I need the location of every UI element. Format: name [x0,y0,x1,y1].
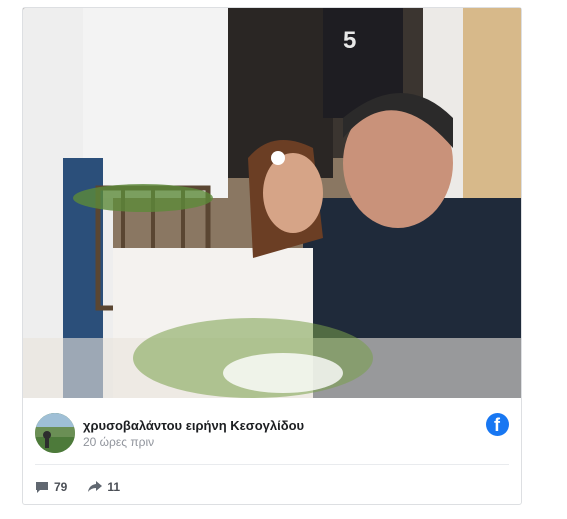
comments-stat[interactable]: 79 [35,480,67,494]
post-stats: 79 11 [35,478,140,496]
post-author-row: χρυσοβαλάντου ειρήνη Κεσογλίδου 20 ώρες … [23,408,521,456]
facebook-icon[interactable]: f [486,413,509,436]
comment-icon [36,481,48,493]
shares-stat[interactable]: 11 [87,480,120,494]
svg-text:5: 5 [343,27,356,54]
shares-count: 11 [107,480,121,494]
post-timestamp[interactable]: 20 ώρες πριν [83,435,154,449]
divider [35,464,509,465]
author-name[interactable]: χρυσοβαλάντου ειρήνη Κεσογλίδου [83,418,304,433]
share-icon [88,481,103,492]
comments-count: 79 [54,480,68,494]
facebook-post-embed: 5 χρυσοβαλάντου ειρήνη Κεσογλίδου 20 ώρε… [22,7,522,505]
post-photo[interactable]: 5 [23,8,521,398]
author-avatar[interactable] [35,413,75,453]
